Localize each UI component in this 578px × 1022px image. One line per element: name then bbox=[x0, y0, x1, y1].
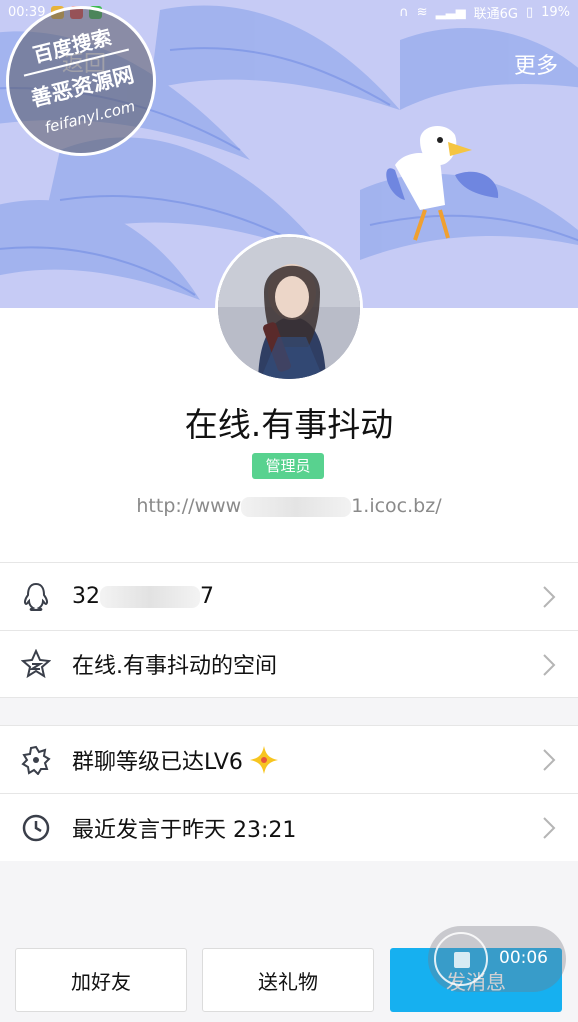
chevron-right-icon bbox=[543, 749, 556, 771]
battery-level: 19% bbox=[541, 4, 570, 20]
qq-number-prefix: 32 bbox=[72, 584, 100, 609]
info-group-2: 群聊等级已达LV6 最近发言于昨天 23:21 bbox=[0, 725, 578, 861]
record-timer: 00:06 bbox=[499, 948, 548, 968]
wifi-icon: ≋ bbox=[416, 4, 428, 20]
info-group-1: 32 7 在线.有事抖动的空间 bbox=[0, 562, 578, 698]
carrier-label: 联通6G bbox=[473, 6, 518, 22]
chevron-right-icon bbox=[543, 654, 556, 676]
clock-icon bbox=[20, 812, 52, 844]
badge-star-icon bbox=[20, 744, 52, 776]
qq-penguin-icon bbox=[20, 581, 52, 613]
profile-name: 在线.有事抖动 bbox=[184, 405, 394, 444]
send-gift-button[interactable]: 送礼物 bbox=[202, 948, 374, 1012]
more-button[interactable]: 更多 bbox=[514, 48, 558, 80]
redacted-blur bbox=[100, 586, 200, 608]
url-prefix: http://www bbox=[136, 495, 242, 517]
redacted-blur bbox=[241, 496, 352, 517]
battery-icon: ▯ bbox=[525, 4, 534, 20]
stop-record-icon[interactable] bbox=[434, 932, 488, 986]
add-friend-button[interactable]: 加好友 bbox=[15, 948, 187, 1012]
role-badge: 管理员 bbox=[252, 453, 324, 479]
qzone-star-icon bbox=[20, 648, 52, 680]
qzone-label: 在线.有事抖动的空间 bbox=[72, 654, 277, 679]
profile-url[interactable]: http://www 1.icoc.bz/ bbox=[0, 495, 578, 517]
last-speak-label: 最近发言于昨天 23:21 bbox=[72, 817, 297, 843]
list-item-group-level[interactable]: 群聊等级已达LV6 bbox=[0, 725, 578, 793]
signal-icon: ▂▃▅ bbox=[435, 4, 466, 20]
chevron-right-icon bbox=[543, 586, 556, 608]
list-item-qzone[interactable]: 在线.有事抖动的空间 bbox=[0, 630, 578, 698]
headset-icon: ∩ bbox=[399, 4, 409, 20]
avatar[interactable] bbox=[215, 234, 363, 382]
level-diamond-star-icon bbox=[249, 745, 278, 774]
group-level-label: 群聊等级已达LV6 bbox=[72, 749, 243, 775]
chevron-right-icon bbox=[543, 817, 556, 839]
qq-number-suffix: 7 bbox=[200, 584, 214, 609]
list-item-qq-number[interactable]: 32 7 bbox=[0, 562, 578, 630]
list-item-last-speak[interactable]: 最近发言于昨天 23:21 bbox=[0, 793, 578, 861]
url-suffix: 1.icoc.bz/ bbox=[351, 495, 442, 517]
screen-recorder-widget[interactable]: 00:06 bbox=[428, 926, 566, 992]
